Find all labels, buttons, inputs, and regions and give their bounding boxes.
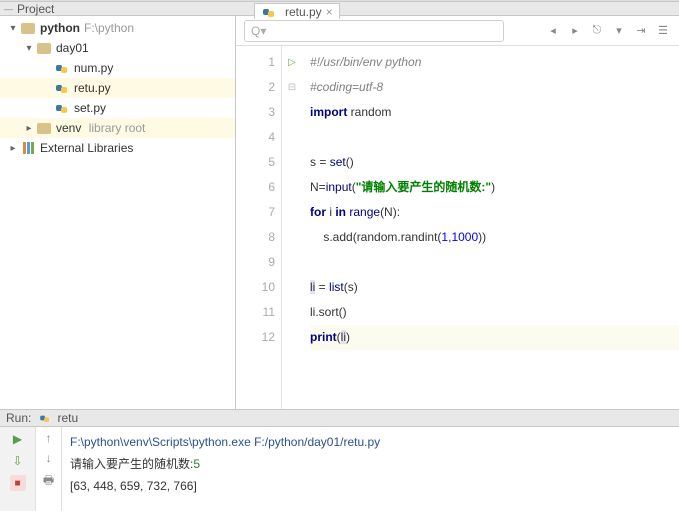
root-path: F:\python — [84, 21, 134, 35]
file-retu-label: retu.py — [74, 81, 111, 95]
search-input[interactable]: Q▾ — [244, 20, 504, 42]
chevron-down-icon[interactable]: ▾ — [22, 43, 36, 54]
line-gutter: 123456789101112 — [236, 46, 282, 409]
close-icon[interactable]: × — [326, 5, 333, 19]
tree-file-retu[interactable]: retu.py — [0, 78, 235, 98]
run-marker-icon[interactable]: ▷ — [282, 50, 302, 75]
console-result: [63, 448, 659, 732, 766] — [70, 475, 671, 497]
tree-root[interactable]: ▾ python F:\python — [0, 18, 235, 38]
ext-lib-label: External Libraries — [40, 141, 133, 155]
run-label: Run: — [6, 411, 31, 425]
step-icon[interactable]: ⇩ — [10, 453, 26, 469]
chevron-right-icon[interactable]: ▸ — [22, 123, 36, 134]
python-icon — [55, 81, 69, 95]
console-exec-path: F:\python\venv\Scripts\python.exe F:/pyt… — [70, 431, 671, 453]
editor-toolbar: Q▾ ◂ ▸ ⎋ ▾ ⇥ ☰ — [236, 16, 679, 46]
code-editor[interactable]: 123456789101112 ▷ ⊟ #!/usr/bin/env pytho… — [236, 46, 679, 409]
folder-icon — [37, 123, 51, 134]
nav-next-icon[interactable]: ▸ — [567, 23, 583, 39]
venv-hint: library root — [89, 121, 146, 135]
fold-icon[interactable]: ⊟ — [282, 75, 302, 100]
tree-day01[interactable]: ▾ day01 — [0, 38, 235, 58]
up-icon[interactable]: ↑ — [46, 431, 52, 445]
chevron-down-icon[interactable]: ▾ — [6, 23, 20, 34]
tab-retu[interactable]: retu.py × — [254, 3, 340, 19]
nav-prev-icon[interactable]: ◂ — [545, 23, 561, 39]
match-case-icon[interactable]: ⎋ — [589, 23, 605, 39]
stop-icon[interactable]: ■ — [10, 475, 26, 491]
file-set-label: set.py — [74, 101, 106, 115]
console-output[interactable]: F:\python\venv\Scripts\python.exe F:/pyt… — [62, 427, 679, 511]
settings-icon[interactable]: ☰ — [655, 23, 671, 39]
chevron-right-icon[interactable]: ▸ — [6, 143, 20, 154]
fold-gutter: ▷ ⊟ — [282, 46, 302, 409]
run-side-toolbar: ▶ ⇩ ■ — [0, 427, 36, 511]
project-title: Project — [17, 2, 54, 16]
folder-icon — [21, 23, 35, 34]
folder-icon — [37, 43, 51, 54]
tree-venv[interactable]: ▸ venv library root — [0, 118, 235, 138]
console-user-input: 5 — [193, 457, 200, 471]
python-icon — [55, 101, 69, 115]
root-name: python — [40, 21, 80, 35]
run-config-name: retu — [57, 411, 78, 425]
tree-file-num[interactable]: num.py — [0, 58, 235, 78]
down-icon[interactable]: ↓ — [46, 451, 52, 465]
pin-icon[interactable]: ⇥ — [633, 23, 649, 39]
console-prompt: 请输入要产生的随机数: — [70, 457, 193, 471]
python-icon — [55, 61, 69, 75]
console-side-toolbar: ↑ ↓ 🖶 — [36, 427, 62, 511]
run-toolwindow-header[interactable]: Run: retu — [0, 409, 679, 427]
hide-icon[interactable]: — — [4, 4, 13, 14]
tab-label: retu.py — [285, 5, 322, 19]
tree-external-libs[interactable]: ▸ External Libraries — [0, 138, 235, 158]
file-num-label: num.py — [74, 61, 113, 75]
day01-label: day01 — [56, 41, 89, 55]
tree-file-set[interactable]: set.py — [0, 98, 235, 118]
export-icon[interactable]: 🖶 — [43, 471, 54, 492]
search-icon: Q▾ — [251, 24, 266, 38]
venv-label: venv — [56, 121, 81, 135]
rerun-icon[interactable]: ▶ — [10, 431, 26, 447]
project-tree[interactable]: ▾ python F:\python ▾ day01 num.py retu.py… — [0, 16, 236, 409]
filter-icon[interactable]: ▾ — [611, 23, 627, 39]
python-icon — [262, 5, 276, 19]
python-icon — [40, 412, 51, 423]
library-icon — [23, 142, 34, 154]
